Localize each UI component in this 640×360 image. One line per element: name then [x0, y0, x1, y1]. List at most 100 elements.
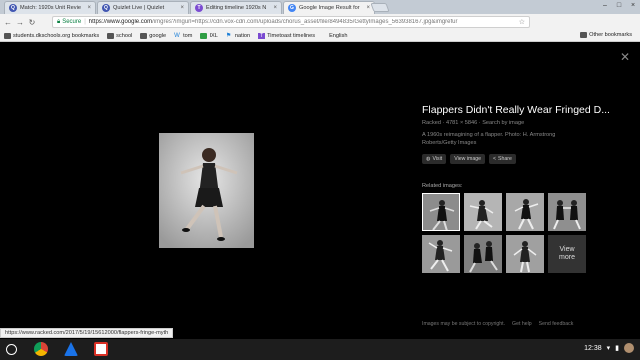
close-viewer-icon[interactable]: ✕: [620, 50, 630, 64]
close-window-icon[interactable]: ×: [626, 0, 640, 12]
view-more-button[interactable]: View more: [548, 235, 586, 273]
related-images-grid: View more: [422, 193, 622, 273]
address-bar[interactable]: 🔒︎ Secure | https://www.google.com/imgre…: [52, 16, 530, 28]
thumb-figure: [513, 241, 537, 273]
bookmark-label: nation: [234, 32, 251, 39]
related-image-thumb[interactable]: [422, 193, 460, 231]
other-bookmarks[interactable]: Other bookmarks: [580, 32, 632, 38]
new-tab-button[interactable]: [370, 3, 390, 12]
thumb-figure: [429, 200, 455, 230]
thumb-figure: [469, 200, 494, 230]
share-button[interactable]: < Share: [488, 154, 516, 164]
close-tab-icon[interactable]: ×: [180, 5, 184, 11]
related-image-thumb[interactable]: [506, 235, 544, 273]
other-bookmarks-label: Other bookmarks: [589, 32, 632, 38]
thumb-figure: [428, 240, 453, 272]
image-viewer: ✕ Flappers Didn't Really Wear Fringed D.…: [0, 42, 640, 339]
preview-image[interactable]: [159, 133, 254, 248]
copyright-notice: Images may be subject to copyright.: [422, 321, 506, 327]
timetoast-icon: T: [258, 32, 266, 39]
globe-icon: ◍: [426, 156, 431, 162]
bookmark-timetoast[interactable]: T Timetoast timelines: [258, 32, 316, 39]
bookmark-star-icon[interactable]: ☆: [519, 18, 525, 26]
tab-google-image-result[interactable]: G Google Image Result for ×: [283, 1, 375, 14]
chrome-app-icon[interactable]: [34, 342, 48, 356]
result-description: A 1960s reimagining of a flapper. Photo:…: [422, 132, 556, 146]
bookmark-ixl[interactable]: IXL: [200, 32, 218, 39]
thumb-figures: [553, 200, 581, 230]
result-source[interactable]: Racked: [422, 120, 441, 126]
battery-icon: ▮: [615, 345, 619, 352]
forward-arrow-icon[interactable]: →: [14, 18, 26, 27]
tab-title: Match: 1920s Unit Revie: [20, 5, 81, 11]
window-controls: – □ ×: [598, 0, 640, 12]
minimize-icon[interactable]: –: [598, 0, 612, 12]
tab-match-1920s[interactable]: Q Match: 1920s Unit Revie ×: [4, 1, 96, 14]
folder-icon: [107, 32, 115, 39]
view-more-label: View more: [559, 246, 575, 261]
view-image-button[interactable]: View image: [450, 154, 485, 164]
search-by-image-link[interactable]: Search by image: [482, 120, 524, 126]
related-image-thumb[interactable]: [506, 193, 544, 231]
launcher-icon[interactable]: [6, 344, 17, 355]
viewer-footer: Images may be subject to copyright. Get …: [422, 321, 580, 327]
pyramid-app-icon[interactable]: [64, 342, 78, 356]
os-shelf: 12:38 ▾ ▮: [0, 339, 640, 360]
folder-icon: [140, 32, 148, 39]
bookmark-label: google: [149, 32, 167, 39]
ixl-icon: [200, 32, 208, 39]
bookmark-tom[interactable]: Wtom: [174, 33, 192, 39]
secure-label: Secure: [62, 19, 82, 25]
url-domain: https://www.google.com: [88, 19, 153, 25]
bookmark-nation[interactable]: ⚑ nation: [226, 33, 250, 39]
related-image-thumb[interactable]: [464, 193, 502, 231]
tab-quizlet-live[interactable]: Q Quizlet Live | Quizlet ×: [97, 1, 189, 14]
status-bar-url: https://www.racked.com/2017/5/19/1561200…: [0, 328, 174, 338]
share-label: Share: [498, 156, 512, 162]
bookmark-google-folder[interactable]: google: [140, 32, 167, 39]
send-feedback-link[interactable]: Send feedback: [539, 321, 574, 327]
image-info-panel: Flappers Didn't Really Wear Fringed D...…: [422, 104, 622, 273]
folder-icon: [4, 32, 11, 39]
bookmark-label: English: [329, 32, 348, 39]
bookmark-label: school: [116, 32, 133, 39]
dancer-photo: [159, 133, 254, 248]
related-image-thumb[interactable]: [548, 193, 586, 231]
tab-strip: Q Match: 1920s Unit Revie × Q Quizlet Li…: [0, 0, 640, 14]
close-tab-icon[interactable]: ×: [273, 5, 277, 11]
bookmark-label: IXL: [209, 32, 218, 39]
thumb-figure: [514, 199, 539, 230]
get-help-link[interactable]: Get help: [512, 321, 532, 327]
timetoast-icon: T: [195, 4, 203, 12]
related-image-thumb[interactable]: [422, 235, 460, 273]
system-tray[interactable]: 12:38 ▾ ▮: [584, 343, 634, 353]
related-images-label: Related images:: [422, 183, 463, 189]
action-buttons: ◍ Visit View image < Share: [422, 154, 622, 164]
close-tab-icon[interactable]: ×: [366, 5, 370, 11]
browser-toolbar: ← → ↻ 🔒︎ Secure | https://www.google.com…: [0, 14, 640, 41]
maximize-icon[interactable]: □: [612, 0, 626, 12]
tab-editing-timeline[interactable]: T Editing timeline 1920s N ×: [190, 1, 282, 14]
google-icon: G: [288, 4, 296, 12]
bookmark-english[interactable]: English: [329, 33, 347, 39]
bookmark-label: students.dkschools.org bookmarks: [13, 32, 100, 39]
quizlet-icon: Q: [102, 4, 110, 12]
image-dimensions: 4781 × 5846: [445, 120, 478, 126]
visit-button[interactable]: ◍ Visit: [422, 154, 447, 164]
tab-title: Editing timeline 1920s N: [206, 5, 267, 11]
related-image-thumb[interactable]: [464, 235, 502, 273]
reload-icon[interactable]: ↻: [26, 18, 38, 27]
w-icon: W: [174, 32, 180, 39]
bookmark-school-folder[interactable]: school: [107, 32, 133, 39]
close-tab-icon[interactable]: ×: [87, 5, 91, 11]
bookmark-students-folder[interactable]: students.dkschools.org bookmarks: [4, 32, 100, 39]
back-arrow-icon[interactable]: ←: [2, 18, 14, 27]
gmail-app-icon[interactable]: [94, 342, 108, 356]
clock-time: 12:38: [584, 344, 602, 352]
tab-title: Google Image Result for: [299, 5, 360, 11]
bookmark-label: Timetoast timelines: [267, 32, 316, 39]
share-icon: <: [492, 156, 497, 162]
separator: |: [84, 19, 86, 25]
result-title-link[interactable]: Flappers Didn't Really Wear Fringed D...: [422, 104, 622, 116]
folder-icon: [580, 32, 588, 38]
